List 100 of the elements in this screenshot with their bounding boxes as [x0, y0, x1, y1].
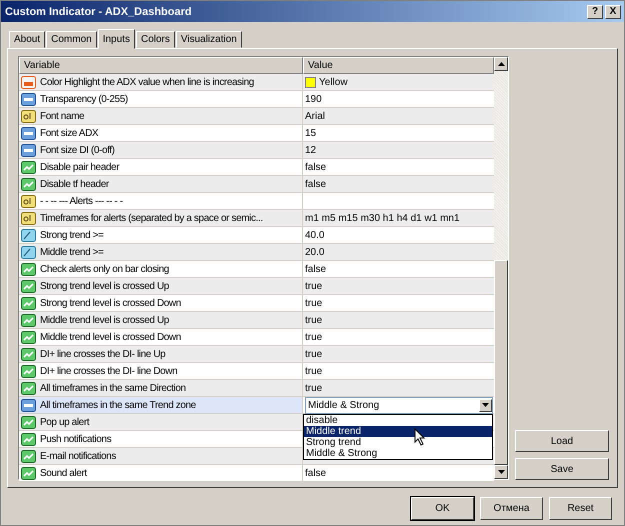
dialog-button[interactable]: Reset	[549, 497, 612, 520]
variable-name: All timeframes in the same Direction	[40, 382, 186, 394]
variable-name: Disable tf header	[40, 178, 109, 190]
variable-cell[interactable]: Pop up alert	[19, 414, 303, 431]
color-type-icon	[21, 76, 36, 88]
value-text: Arial	[305, 110, 326, 122]
dropdown-option[interactable]: disable	[304, 415, 492, 426]
value-dropdown[interactable]: Middle & Strong	[305, 396, 493, 414]
variable-cell[interactable]: All timeframes in the same Trend zone	[19, 397, 303, 414]
bool-type-icon	[21, 160, 36, 174]
variable-name: Font name	[40, 110, 84, 122]
value-text: 190	[305, 94, 322, 104]
column-header[interactable]: Variable	[19, 57, 303, 74]
variable-cell[interactable]: Strong trend level is crossed Up	[19, 278, 303, 295]
bool-type-icon	[21, 450, 36, 462]
value-text: true	[305, 348, 322, 360]
string-type-icon	[21, 110, 36, 122]
variable-name: - - -- --- Alerts --- -- - -	[40, 196, 123, 206]
variable-cell[interactable]: Font size ADX	[19, 125, 303, 142]
variable-cell[interactable]: Disable pair header	[19, 159, 303, 176]
variable-cell[interactable]: Strong trend >=	[19, 227, 303, 244]
variable-cell[interactable]: Push notifications	[19, 431, 303, 448]
double-type-icon	[21, 228, 36, 242]
variable-cell[interactable]: Strong trend level is crossed Down	[19, 295, 303, 312]
variable-cell[interactable]: DI+ line crosses the DI- line Down	[19, 363, 303, 380]
variable-name: Color Highlight the ADX value when line is increasing	[40, 76, 254, 88]
integer-type-icon	[21, 144, 36, 156]
variable-name: Transparency (0-255)	[40, 94, 128, 104]
value-text: 15	[305, 128, 316, 138]
mouse-cursor-icon	[414, 428, 426, 446]
tab[interactable]: Visualization	[176, 31, 242, 48]
scroll-thumb[interactable]	[494, 260, 508, 465]
side-button[interactable]: Save	[515, 458, 609, 480]
variable-cell[interactable]: Sound alert	[19, 465, 303, 482]
help-button[interactable]: ?	[587, 4, 603, 18]
side-button[interactable]: Load	[515, 430, 609, 452]
scroll-down-icon[interactable]	[494, 465, 508, 479]
string-type-icon	[21, 194, 36, 208]
bool-type-icon	[21, 178, 36, 190]
tab[interactable]: Inputs	[98, 29, 135, 49]
variable-name: Check alerts only on bar closing	[40, 264, 169, 274]
bool-type-icon	[21, 280, 36, 292]
value-text: false	[305, 468, 326, 478]
variable-name: DI+ line crosses the DI- line Up	[40, 348, 166, 360]
string-type-icon	[21, 212, 36, 224]
double-type-icon	[21, 246, 36, 258]
integer-type-icon	[21, 126, 36, 140]
close-button[interactable]: X	[605, 4, 621, 18]
bool-type-icon	[21, 364, 36, 378]
integer-type-icon	[21, 92, 36, 106]
dropdown-option[interactable]: Strong trend	[304, 437, 492, 448]
variable-cell[interactable]: Font name	[19, 108, 303, 125]
scrollbar[interactable]	[494, 57, 508, 479]
variable-cell[interactable]: Font size DI (0-off)	[19, 142, 303, 159]
scroll-up-icon[interactable]	[494, 57, 508, 71]
bool-type-icon	[21, 416, 36, 428]
value-text: 12	[305, 144, 316, 156]
variable-name: Middle trend level is crossed Down	[40, 332, 181, 342]
tab[interactable]: Colors	[136, 31, 175, 48]
variable-cell[interactable]: Middle trend >=	[19, 244, 303, 261]
variable-name: Sound alert	[40, 468, 87, 478]
dialog-button[interactable]: OK	[411, 497, 474, 520]
bool-type-icon	[21, 466, 36, 480]
variable-cell[interactable]: DI+ line crosses the DI- line Up	[19, 346, 303, 363]
value-text: 40.0	[305, 230, 324, 240]
variable-cell[interactable]: E-mail notifications	[19, 448, 303, 465]
variable-cell[interactable]: Check alerts only on bar closing	[19, 261, 303, 278]
variable-name: Font size ADX	[40, 128, 98, 138]
bool-type-icon	[21, 314, 36, 326]
value-text: true	[305, 332, 322, 342]
variable-name: Middle trend >=	[40, 246, 104, 258]
dropdown-option[interactable]: Middle & Strong	[304, 448, 492, 459]
variable-cell[interactable]: Color Highlight the ADX value when line is increasing	[19, 74, 303, 91]
variable-name: Middle trend level is crossed Up	[40, 314, 169, 326]
value-text: 20.0	[305, 246, 324, 258]
value-text: true	[305, 366, 322, 376]
value-text: Yellow	[319, 76, 348, 88]
tab[interactable]: Common	[46, 31, 97, 48]
value-text: true	[305, 280, 322, 292]
variable-name: Strong trend >=	[40, 230, 104, 240]
variable-cell[interactable]: Middle trend level is crossed Up	[19, 312, 303, 329]
variable-cell[interactable]: - - -- --- Alerts --- -- - -	[19, 193, 303, 210]
dropdown-option[interactable]: Middle trend	[304, 426, 492, 437]
column-header[interactable]: Value	[303, 57, 494, 74]
bool-type-icon	[21, 382, 36, 394]
variable-name: Font size DI (0-off)	[40, 144, 115, 156]
tab[interactable]: About	[9, 31, 46, 48]
value-text: true	[305, 298, 322, 308]
value-text: false	[305, 264, 326, 274]
dialog-button[interactable]: Отмена	[480, 497, 543, 520]
variable-cell[interactable]: All timeframes in the same Direction	[19, 380, 303, 397]
variable-name: Strong trend level is crossed Down	[40, 298, 181, 308]
variable-cell[interactable]: Disable tf header	[19, 176, 303, 193]
variable-cell[interactable]: Middle trend level is crossed Down	[19, 329, 303, 346]
variable-cell[interactable]: Timeframes for alerts (separated by a space or semic...	[19, 210, 303, 227]
bool-type-icon	[21, 348, 36, 360]
variable-name: Disable pair header	[40, 162, 120, 172]
variable-cell[interactable]: Transparency (0-255)	[19, 91, 303, 108]
variable-name: DI+ line crosses the DI- line Down	[40, 366, 178, 376]
bool-type-icon	[21, 330, 36, 344]
